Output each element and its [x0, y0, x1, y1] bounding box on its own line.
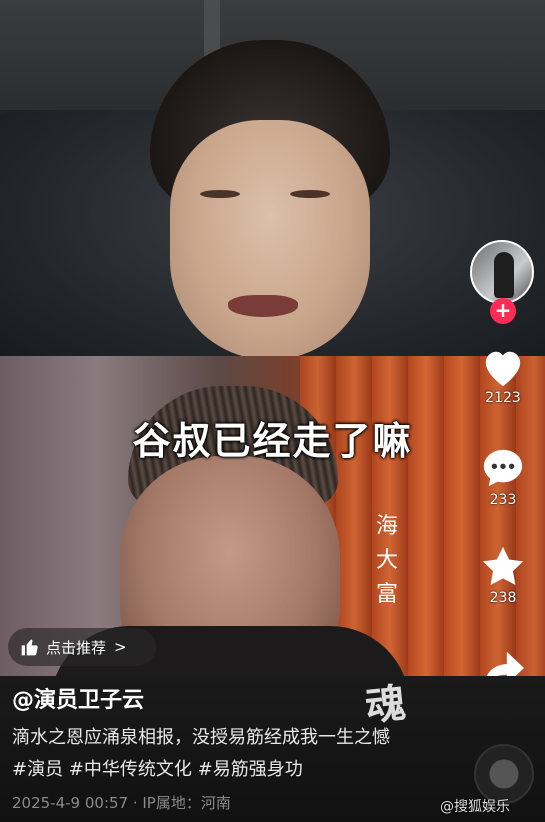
top-video-frame[interactable]	[0, 0, 545, 356]
star-icon	[482, 546, 524, 585]
follow-button[interactable]: +	[490, 298, 516, 324]
author-avatar[interactable]	[470, 240, 534, 304]
source-watermark: @搜狐娱乐	[440, 799, 510, 815]
comment-icon	[483, 449, 523, 487]
post-description: 滴水之恩应涌泉相报，没授易筋经成我一生之憾 #演员 #中华传统文化 #易筋强身功	[12, 727, 390, 780]
speaker-portrait	[150, 40, 390, 356]
comment-count: 233	[489, 492, 517, 508]
favorite-button[interactable]: 238	[470, 544, 536, 606]
like-button[interactable]: 2123	[470, 346, 536, 406]
thumb-up-icon	[21, 639, 38, 656]
character-name-label: 海大富	[375, 514, 398, 607]
like-count: 2123	[485, 390, 521, 406]
recommend-label: 点击推荐	[46, 638, 107, 657]
comment-button[interactable]: 233	[470, 446, 536, 508]
chevron-right-icon: >	[114, 638, 127, 656]
video-subtitle: 谷叔已经走了嘛	[132, 419, 413, 463]
favorite-count: 238	[489, 590, 517, 606]
recommend-button[interactable]: 点击推荐 >	[8, 628, 156, 666]
heart-icon	[485, 351, 521, 387]
calligraphy-decoration: 魂	[363, 679, 408, 731]
author-name[interactable]: @演员卫子云	[12, 682, 144, 714]
post-meta: 2025-4-9 00:57 · IP属地：河南	[12, 794, 231, 812]
music-disc-icon[interactable]	[474, 744, 534, 804]
